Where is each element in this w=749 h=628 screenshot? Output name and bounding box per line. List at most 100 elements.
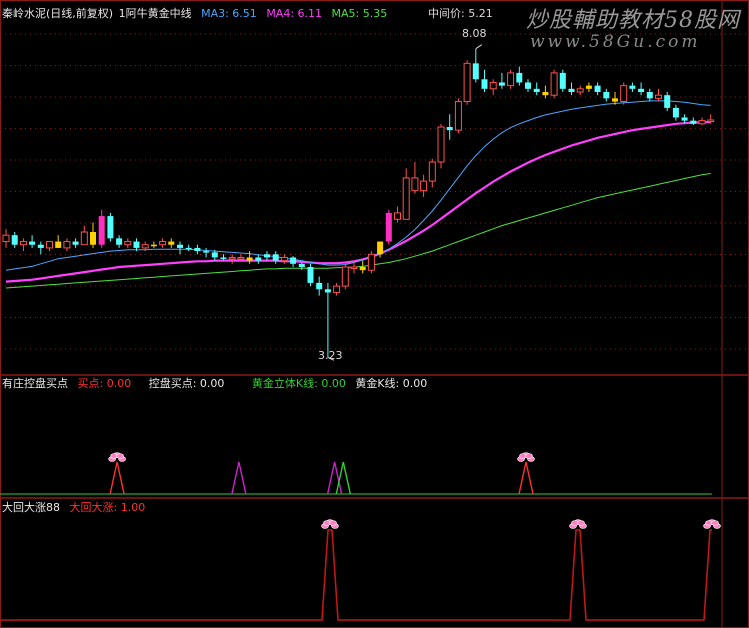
candle-body <box>420 180 428 192</box>
candle-body <box>272 254 279 261</box>
candle-body <box>168 241 175 245</box>
high-price-label: 8.08 <box>462 27 487 40</box>
sub1-title: 有庄控盘买点 <box>2 377 68 390</box>
candle-body <box>341 266 349 287</box>
lotus-icon <box>108 452 126 462</box>
candle-body <box>90 232 96 245</box>
candle-body <box>629 85 636 89</box>
lotus-icon <box>703 519 721 529</box>
lotus-icon <box>321 519 339 529</box>
candle-body <box>211 252 218 258</box>
sub2-value: 大回大涨: 1.00 <box>69 501 146 514</box>
candle-body <box>690 120 697 124</box>
candle-body <box>150 244 157 247</box>
candle-body <box>559 72 566 89</box>
sub-panel2-header: 大回大涨88 大回大涨: 1.00 <box>2 501 151 515</box>
candle-body <box>550 72 558 96</box>
candle-body <box>603 92 610 99</box>
watermark-url: www.58Gu.com <box>530 32 701 52</box>
stock-chart-window[interactable]: { "watermark": {"line1": "炒股輔助教材58股网", "… <box>0 0 749 628</box>
stock-label: 秦岭水泥(日线,前复权) <box>2 7 114 20</box>
candle-body <box>576 88 584 93</box>
lotus-icon <box>569 519 587 529</box>
candle-body <box>107 216 114 239</box>
sub1-signal-spike <box>518 461 534 495</box>
candle-body <box>280 256 288 262</box>
candle-body <box>255 257 262 261</box>
candle-body <box>707 119 715 122</box>
candle-body <box>307 267 314 283</box>
mid-price-label: 中间价: 5.21 <box>428 7 493 20</box>
chart-canvas[interactable] <box>0 0 749 628</box>
candle-body <box>324 289 331 293</box>
high-marker <box>475 44 483 50</box>
candle-body <box>264 254 270 258</box>
candle-body <box>489 81 497 90</box>
candle-body <box>29 241 36 245</box>
candle-body <box>446 127 453 131</box>
candle-body <box>333 285 341 293</box>
candle-body <box>159 241 167 246</box>
ma3-line <box>5 100 711 271</box>
ma3-label: MA3: 6.51 <box>201 7 257 20</box>
candle-body <box>472 63 479 80</box>
candle-body <box>124 241 132 246</box>
watermark-title: 炒股輔助教材58股网 <box>526 8 740 33</box>
indicator-name: 1阿牛黄金中线 <box>118 7 192 20</box>
candle-body <box>664 95 671 108</box>
low-price-label: 3.23 <box>318 349 343 362</box>
candle-body <box>2 234 10 243</box>
candle-body <box>402 177 410 220</box>
sub2-title: 大回大涨88 <box>2 501 60 514</box>
sub1-control-buy: 控盘买点: 0.00 <box>148 377 225 390</box>
candle-body <box>37 244 44 248</box>
candle-body <box>55 241 62 248</box>
candle-body <box>98 216 105 245</box>
candle-body <box>19 241 27 246</box>
candle-body <box>80 231 88 246</box>
candle-body <box>246 257 253 261</box>
candle-body <box>507 72 515 87</box>
candle-body <box>141 244 149 249</box>
candle-body <box>646 92 653 99</box>
candle-body <box>516 72 523 83</box>
candle-body <box>411 177 419 192</box>
candle-body <box>237 256 245 260</box>
candle-body <box>185 247 192 250</box>
candle-body <box>437 126 445 163</box>
candle-body <box>367 253 375 271</box>
candle-body <box>63 241 71 249</box>
candle-body <box>481 79 488 89</box>
candle-body <box>638 88 645 92</box>
ma5-label: MA5: 5.35 <box>331 7 388 20</box>
candle-body <box>116 238 123 245</box>
candle-body <box>525 82 531 89</box>
candle-body <box>203 251 210 253</box>
candle-body <box>585 85 592 89</box>
candle-body <box>394 212 401 220</box>
candle-body <box>612 98 618 102</box>
window-frame <box>0 0 749 628</box>
candle-body <box>298 263 305 267</box>
candle-body <box>463 62 471 103</box>
candle-body <box>542 92 549 96</box>
candle-body <box>177 244 183 248</box>
candle-body <box>454 101 462 131</box>
sub1-signal-spike <box>109 461 125 495</box>
ma4-line <box>5 120 711 283</box>
candle-body <box>698 120 706 125</box>
candle-body <box>681 117 688 121</box>
sub-panel1-header: 有庄控盘买点 买点: 0.00 控盘买点: 0.00 黄金立体K线: 0.00 … <box>2 377 433 391</box>
candle-body <box>620 85 628 103</box>
candle-body <box>46 241 53 249</box>
candle-body <box>568 88 575 92</box>
candle-body <box>133 241 140 248</box>
candle-body <box>290 257 297 264</box>
candle-body <box>498 82 505 86</box>
candle-body <box>316 282 323 290</box>
candle-body <box>11 235 18 245</box>
candle-body <box>377 241 384 255</box>
candle-body <box>228 256 236 260</box>
candle-body <box>194 247 201 252</box>
lotus-icon <box>517 452 535 462</box>
